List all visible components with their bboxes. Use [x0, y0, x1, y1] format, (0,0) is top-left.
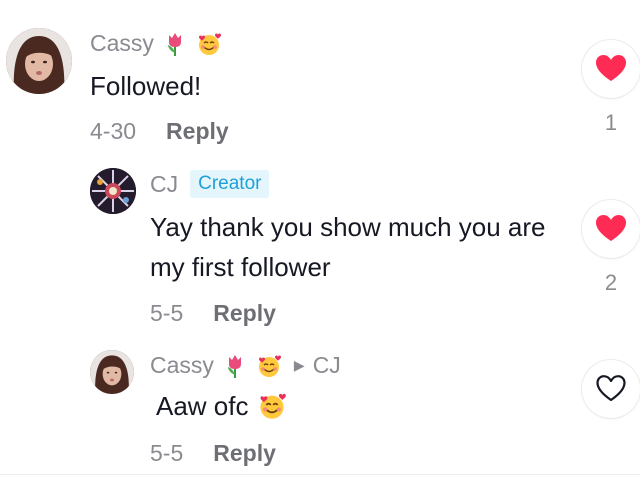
comment-author-row: Cassy ▶ CJ: [150, 352, 341, 379]
reply-button[interactable]: Reply: [213, 300, 276, 327]
creator-badge: Creator: [190, 170, 270, 198]
comment-text: Aaw ofc: [156, 391, 249, 421]
like-button[interactable]: [582, 360, 640, 418]
tulip-emoji: [162, 31, 188, 57]
author-name[interactable]: CJ: [150, 171, 178, 198]
like-button[interactable]: [582, 40, 640, 98]
author-name[interactable]: Cassy: [90, 30, 154, 57]
comment-text-row: Aaw ofc: [156, 386, 287, 426]
smiling-face-with-hearts-emoji: [256, 353, 282, 379]
like-button[interactable]: [582, 200, 640, 258]
avatar[interactable]: [90, 350, 134, 394]
comment-date: 5-5: [150, 300, 184, 326]
comment-date: 4-30: [90, 118, 137, 144]
heart-outline-icon: [596, 375, 626, 402]
heart-filled-icon: [596, 55, 626, 81]
avatar[interactable]: [90, 168, 136, 214]
reply-to-arrow-icon: ▶: [293, 357, 305, 373]
comment-author-row: Cassy: [90, 30, 222, 57]
comment-meta: 5-5 Reply: [150, 440, 276, 467]
divider: [0, 474, 640, 475]
avatar[interactable]: [6, 28, 72, 94]
author-name[interactable]: Cassy: [150, 352, 214, 379]
smiling-face-with-hearts-emoji: [257, 391, 287, 421]
comment-meta: 5-5 Reply: [150, 300, 276, 327]
reply-button[interactable]: Reply: [213, 440, 276, 467]
heart-filled-icon: [596, 215, 626, 241]
like-count: 1: [604, 110, 618, 135]
like-count: 2: [604, 270, 618, 295]
smiling-face-with-hearts-emoji: [196, 31, 222, 57]
reply-to-name[interactable]: CJ: [313, 352, 341, 379]
tulip-emoji: [222, 353, 248, 379]
reply-button[interactable]: Reply: [166, 118, 229, 145]
comment-thread: Cassy Followed! 4-30 Reply 1 CJ Creator …: [0, 0, 640, 480]
comment-date: 5-5: [150, 440, 184, 466]
comment-meta: 4-30 Reply: [90, 118, 229, 145]
comment-author-row: CJ Creator: [150, 170, 270, 198]
comment-text: Yay thank you show much you are my first…: [150, 212, 546, 282]
comment-text: Followed!: [90, 71, 202, 101]
